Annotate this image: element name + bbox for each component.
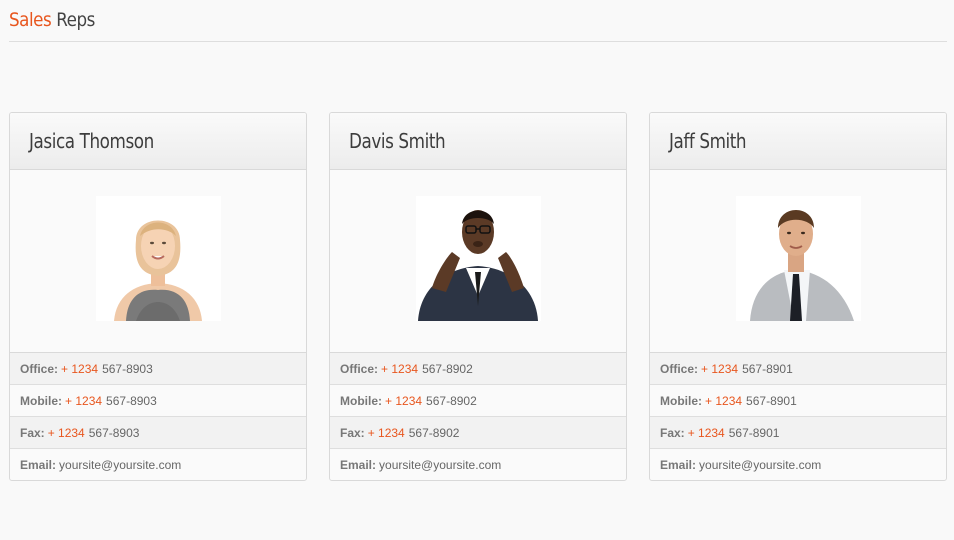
email-row: Email: yoursite@yoursite.com <box>330 449 626 480</box>
fax-number: 567-8901 <box>728 425 780 440</box>
fax-number: 567-8902 <box>408 425 460 440</box>
email-row: Email: yoursite@yoursite.com <box>650 449 946 480</box>
mobile-number: 567-8901 <box>746 393 797 408</box>
office-row: Office: + 1234 567-8903 <box>10 353 306 385</box>
office-number: 567-8902 <box>422 361 473 376</box>
fax-row: Fax: + 1234 567-8901 <box>650 417 946 449</box>
office-number: 567-8903 <box>102 361 153 376</box>
mobile-row: Mobile: + 1234 567-8903 <box>10 385 306 417</box>
mobile-label: Mobile: <box>20 393 62 408</box>
email-label: Email: <box>340 458 377 472</box>
mobile-prefix: + 1234 <box>705 393 743 408</box>
mobile-prefix: + 1234 <box>65 393 103 408</box>
page-title: Sales Reps <box>9 9 95 31</box>
fax-prefix: + 1234 <box>367 425 405 440</box>
rep-card: Davis Smith Office: + 1234 567-8902 Mobi… <box>329 112 627 481</box>
rep-photo <box>415 196 541 321</box>
fax-row: Fax: + 1234 567-8903 <box>10 417 306 449</box>
fax-number: 567-8903 <box>88 425 140 440</box>
office-prefix: + 1234 <box>701 361 739 376</box>
mobile-row: Mobile: + 1234 567-8901 <box>650 385 946 417</box>
page-title-rest: Reps <box>56 9 95 31</box>
rep-photo-area <box>330 170 626 353</box>
rep-card: Jaff Smith Office: + 1234 567-8901 Mobil… <box>649 112 947 481</box>
fax-label: Fax: <box>20 425 45 440</box>
fax-prefix: + 1234 <box>687 425 725 440</box>
page-title-accent: Sales <box>9 9 52 31</box>
office-label: Office: <box>660 361 699 376</box>
fax-label: Fax: <box>660 425 685 440</box>
rep-photo <box>95 196 221 321</box>
office-prefix: + 1234 <box>61 361 99 376</box>
office-number: 567-8901 <box>742 361 793 376</box>
rep-card-header: Jasica Thomson <box>10 113 306 170</box>
rep-name: Davis Smith <box>349 129 446 153</box>
mobile-label: Mobile: <box>340 393 382 408</box>
fax-row: Fax: + 1234 567-8902 <box>330 417 626 449</box>
title-divider <box>9 41 947 42</box>
office-row: Office: + 1234 567-8902 <box>330 353 626 385</box>
email-value[interactable]: yoursite@yoursite.com <box>699 458 821 472</box>
rep-photo-area <box>10 170 306 353</box>
email-value[interactable]: yoursite@yoursite.com <box>59 458 181 472</box>
email-label: Email: <box>660 458 697 472</box>
office-prefix: + 1234 <box>381 361 419 376</box>
fax-prefix: + 1234 <box>47 425 85 440</box>
office-row: Office: + 1234 567-8901 <box>650 353 946 385</box>
rep-name: Jasica Thomson <box>29 129 154 153</box>
rep-card-header: Jaff Smith <box>650 113 946 170</box>
mobile-prefix: + 1234 <box>385 393 423 408</box>
rep-photo-area <box>650 170 946 353</box>
rep-photo <box>735 196 861 321</box>
rep-card-header: Davis Smith <box>330 113 626 170</box>
fax-label: Fax: <box>340 425 365 440</box>
email-row: Email: yoursite@yoursite.com <box>10 449 306 480</box>
office-label: Office: <box>340 361 379 376</box>
mobile-number: 567-8903 <box>106 393 157 408</box>
mobile-number: 567-8902 <box>426 393 477 408</box>
rep-name: Jaff Smith <box>669 129 747 153</box>
email-label: Email: <box>20 458 57 472</box>
rep-card: Jasica Thomson Office: + 1234 567-8903 M… <box>9 112 307 481</box>
office-label: Office: <box>20 361 59 376</box>
email-value[interactable]: yoursite@yoursite.com <box>379 458 501 472</box>
mobile-row: Mobile: + 1234 567-8902 <box>330 385 626 417</box>
mobile-label: Mobile: <box>660 393 702 408</box>
